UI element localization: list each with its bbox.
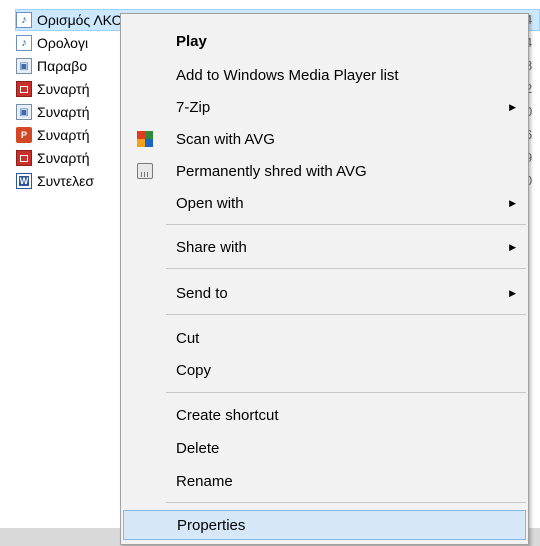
menu-item-label: Properties bbox=[177, 516, 246, 534]
menu-item-label: Copy bbox=[176, 361, 212, 379]
file-name: Συντελεσ bbox=[37, 173, 94, 189]
menu-item-copy[interactable]: Copy bbox=[123, 355, 526, 385]
submenu-arrow-icon: ▶ bbox=[509, 101, 516, 112]
menu-item-label: Add to Windows Media Player list bbox=[176, 66, 399, 84]
menu-item-add-to-wmp[interactable]: Add to Windows Media Player list bbox=[123, 60, 526, 90]
menu-item-label: Share with bbox=[176, 238, 247, 256]
menu-separator bbox=[166, 224, 526, 225]
menu-item-play[interactable]: Play bbox=[123, 26, 526, 56]
menu-item-create-shortcut[interactable]: Create shortcut bbox=[123, 400, 526, 430]
menu-item-7zip[interactable]: 7-Zip ▶ bbox=[123, 92, 526, 122]
presentation-file-icon bbox=[16, 81, 32, 97]
menu-item-send-to[interactable]: Send to ▶ bbox=[123, 278, 526, 308]
menu-item-label: Cut bbox=[176, 329, 200, 347]
menu-item-label: Open with bbox=[176, 194, 244, 212]
menu-item-scan-avg[interactable]: Scan with AVG bbox=[123, 124, 526, 154]
menu-item-label: Send to bbox=[176, 284, 228, 302]
avg-logo-icon bbox=[137, 131, 153, 147]
menu-item-properties[interactable]: Properties bbox=[123, 510, 526, 540]
menu-separator bbox=[166, 392, 526, 393]
context-menu: Play Add to Windows Media Player list 7-… bbox=[120, 13, 529, 545]
image-file-icon bbox=[16, 58, 32, 74]
menu-item-label: Create shortcut bbox=[176, 406, 279, 424]
file-name: Παραβο bbox=[37, 58, 88, 74]
file-name: Συναρτή bbox=[37, 150, 90, 166]
menu-item-label: Delete bbox=[176, 439, 220, 457]
menu-item-shred-avg[interactable]: Permanently shred with AVG bbox=[123, 156, 526, 186]
menu-separator bbox=[166, 502, 526, 503]
menu-item-share-with[interactable]: Share with ▶ bbox=[123, 232, 526, 262]
audio-file-icon bbox=[16, 35, 32, 51]
menu-item-label: Play bbox=[176, 32, 207, 50]
presentation-file-icon bbox=[16, 150, 32, 166]
menu-separator bbox=[166, 268, 526, 269]
submenu-arrow-icon: ▶ bbox=[509, 241, 516, 252]
menu-item-open-with[interactable]: Open with ▶ bbox=[123, 188, 526, 218]
submenu-arrow-icon: ▶ bbox=[509, 197, 516, 208]
powerpoint-file-icon bbox=[16, 127, 32, 143]
menu-item-rename[interactable]: Rename bbox=[123, 466, 526, 496]
menu-separator bbox=[166, 314, 526, 315]
submenu-arrow-icon: ▶ bbox=[509, 287, 516, 298]
shredder-icon bbox=[137, 163, 153, 179]
menu-item-label: Rename bbox=[176, 472, 233, 490]
menu-item-label: Permanently shred with AVG bbox=[176, 162, 367, 180]
file-name: Ορισμός ΛΚΟ bbox=[37, 12, 123, 28]
file-name: Συναρτή bbox=[37, 127, 90, 143]
word-file-icon bbox=[16, 173, 32, 189]
menu-item-label: Scan with AVG bbox=[176, 130, 275, 148]
menu-item-delete[interactable]: Delete bbox=[123, 433, 526, 463]
image-file-icon bbox=[16, 104, 32, 120]
audio-file-icon bbox=[16, 12, 32, 28]
file-name: Συναρτή bbox=[37, 81, 90, 97]
menu-item-cut[interactable]: Cut bbox=[123, 323, 526, 353]
file-name: Συναρτή bbox=[37, 104, 90, 120]
menu-item-label: 7-Zip bbox=[176, 98, 211, 116]
file-name: Ορολογι bbox=[37, 35, 89, 51]
